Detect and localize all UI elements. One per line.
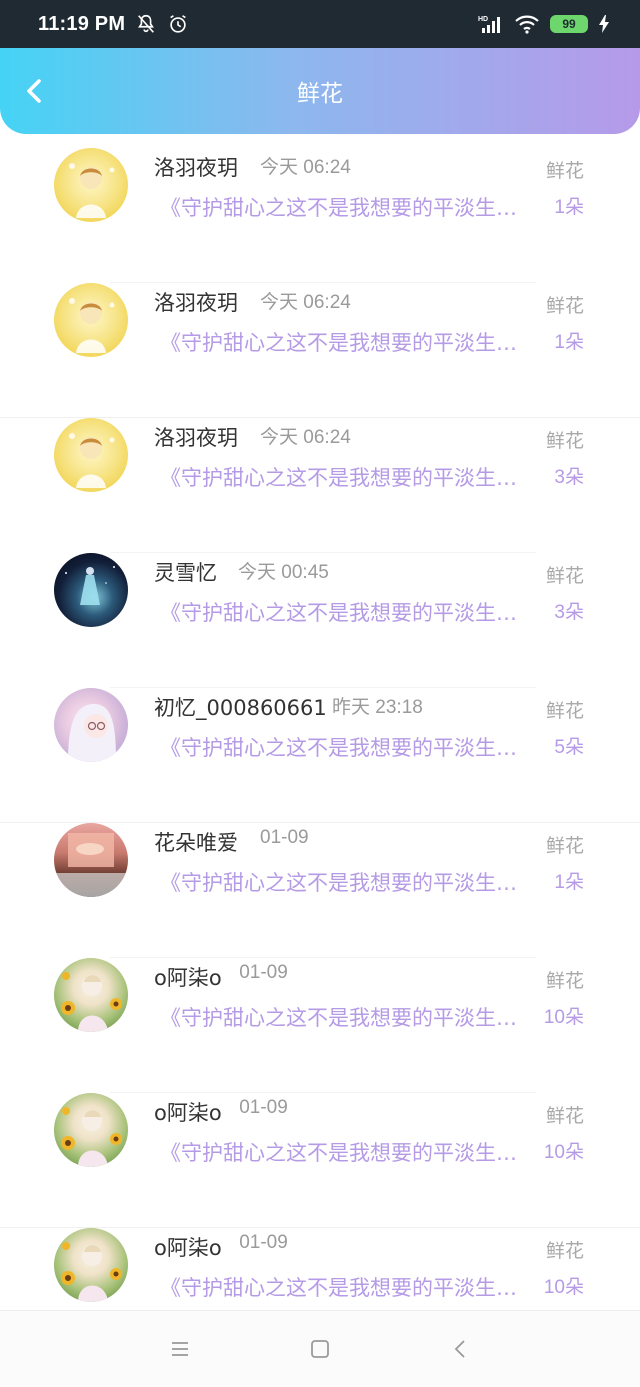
avatar[interactable] [54,148,128,222]
avatar[interactable] [54,688,128,762]
gift-count: 1朵 [554,332,584,353]
list-item[interactable]: 洛羽夜玥 今天 06:24 《守护甜心之这不是我想要的平淡生活》 鲜花 3朵 [0,418,640,553]
list-item[interactable]: o阿柒o 01-09 《守护甜心之这不是我想要的平淡生活》 鲜花 10朵 [0,958,640,1093]
flower-gift-list: 洛羽夜玥 今天 06:24 《守护甜心之这不是我想要的平淡生活》 鲜花 1朵 洛羽夜玥 今天… [0,148,640,1310]
book-title-link[interactable]: 《守护甜心之这不是我想要的平淡生活》 [160,597,532,627]
alarm-icon [167,13,189,35]
user-name[interactable]: 初忆_000860661 [154,692,327,722]
book-title-link[interactable]: 《守护甜心之这不是我想要的平淡生活》 [160,327,532,357]
book-title-link[interactable]: 《守护甜心之这不是我想要的平淡生活》 [160,732,532,762]
avatar-image [54,1228,128,1302]
user-name[interactable]: o阿柒o [154,962,222,992]
chevron-left-icon [27,79,41,103]
status-time: 11:19 PM [38,12,126,35]
avatar-image [54,958,128,1032]
battery-icon: 99 [550,15,588,33]
gift-type-label: 鲜花 [545,430,584,452]
gift-count: 10朵 [543,1007,584,1028]
book-title-link[interactable]: 《守护甜心之这不是我想要的平淡生活》 [160,192,532,222]
avatar[interactable] [54,283,128,357]
user-name[interactable]: 灵雪忆 [154,557,217,587]
avatar-image [54,553,128,627]
list-item[interactable]: 初忆_000860661 昨天 23:18 《守护甜心之这不是我想要的平淡生活》 鲜花… [0,688,640,823]
avatar[interactable] [54,1093,128,1167]
gift-count: 10朵 [543,1142,584,1163]
user-name[interactable]: 洛羽夜玥 [154,152,238,182]
gift-count: 5朵 [554,737,584,758]
book-title-link[interactable]: 《守护甜心之这不是我想要的平淡生活》 [160,867,532,897]
gift-type-label: 鲜花 [545,160,584,182]
gift-count: 3朵 [554,602,584,623]
avatar-image [54,283,128,357]
list-item[interactable]: o阿柒o 01-09 《守护甜心之这不是我想要的平淡生活》 鲜花 10朵 [0,1228,640,1310]
avatar[interactable] [54,553,128,627]
user-name[interactable]: o阿柒o [154,1232,222,1262]
avatar[interactable] [54,958,128,1032]
avatar[interactable] [54,1228,128,1302]
header: 鲜花 [0,48,640,134]
list-item[interactable]: o阿柒o 01-09 《守护甜心之这不是我想要的平淡生活》 鲜花 10朵 [0,1093,640,1228]
timestamp: 昨天 23:18 [332,697,423,718]
gift-count: 3朵 [554,467,584,488]
avatar[interactable] [54,823,128,897]
status-bar: 11:19 PM HD 99 [0,0,640,48]
gift-count: 1朵 [554,872,584,893]
gift-type-label: 鲜花 [545,700,584,722]
gift-type-label: 鲜花 [545,1240,584,1262]
gift-type-label: 鲜花 [545,565,584,587]
avatar-image [54,823,128,897]
book-title-link[interactable]: 《守护甜心之这不是我想要的平淡生活》 [160,462,532,492]
timestamp: 今天 00:45 [238,562,329,583]
avatar-image [54,688,128,762]
avatar-image [54,148,128,222]
user-name[interactable]: 洛羽夜玥 [154,422,238,452]
avatar-image [54,418,128,492]
home-square-icon [311,1340,329,1358]
gift-type-label: 鲜花 [545,295,584,317]
status-right: HD 99 [478,14,610,34]
list-item[interactable]: 洛羽夜玥 今天 06:24 《守护甜心之这不是我想要的平淡生活》 鲜花 1朵 [0,283,640,418]
menu-icon [172,1342,188,1356]
list-item[interactable]: 花朵唯爱 01-09 《守护甜心之这不是我想要的平淡生活》 鲜花 1朵 [0,823,640,958]
back-triangle-icon [454,1340,465,1358]
system-nav-bar [0,1310,640,1387]
charging-icon [598,14,610,34]
list-item[interactable]: 洛羽夜玥 今天 06:24 《守护甜心之这不是我想要的平淡生活》 鲜花 1朵 [0,148,640,283]
user-name[interactable]: 洛羽夜玥 [154,287,238,317]
timestamp: 01-09 [260,827,309,848]
timestamp: 今天 06:24 [260,157,351,178]
list-item[interactable]: 灵雪忆 今天 00:45 《守护甜心之这不是我想要的平淡生活》 鲜花 3朵 [0,553,640,688]
system-back-button[interactable] [430,1319,490,1379]
book-title-link[interactable]: 《守护甜心之这不是我想要的平淡生活》 [160,1137,532,1167]
status-left: 11:19 PM [38,13,189,36]
back-button[interactable] [18,75,50,107]
gift-type-label: 鲜花 [545,970,584,992]
user-name[interactable]: 花朵唯爱 [154,827,238,857]
page-title: 鲜花 [297,81,343,107]
book-title-link[interactable]: 《守护甜心之这不是我想要的平淡生活》 [160,1002,532,1032]
dnd-off-icon [135,13,157,35]
gift-count: 1朵 [554,197,584,218]
timestamp: 今天 06:24 [260,292,351,313]
gift-type-label: 鲜花 [545,835,584,857]
avatar-image [54,1093,128,1167]
book-title-link[interactable]: 《守护甜心之这不是我想要的平淡生活》 [160,1272,532,1302]
timestamp: 01-09 [239,962,288,983]
timestamp: 01-09 [239,1097,288,1118]
signal-icon: HD [478,14,504,34]
home-button[interactable] [290,1319,350,1379]
menu-button[interactable] [150,1319,210,1379]
timestamp: 01-09 [239,1232,288,1253]
user-name[interactable]: o阿柒o [154,1097,222,1127]
timestamp: 今天 06:24 [260,427,351,448]
wifi-icon [514,14,540,34]
avatar[interactable] [54,418,128,492]
svg-text:HD: HD [478,16,488,23]
gift-type-label: 鲜花 [545,1105,584,1127]
gift-count: 10朵 [543,1277,584,1298]
